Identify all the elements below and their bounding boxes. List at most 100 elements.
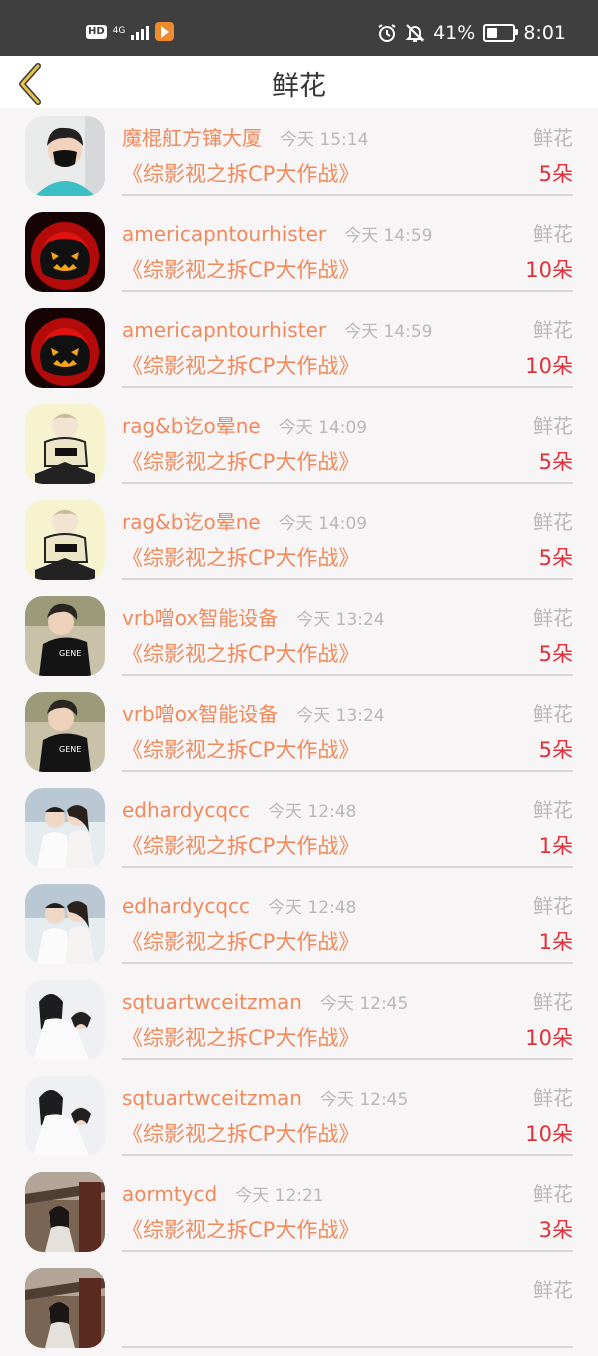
gift-type: 鲜花 xyxy=(533,510,573,534)
avatar[interactable] xyxy=(25,884,105,964)
work-title[interactable]: 《综影视之拆CP大作战》 xyxy=(122,544,359,572)
gift-type: 鲜花 xyxy=(533,222,573,246)
list-item[interactable]: americapntourhister 今天 14:59 鲜花《综影视之拆CP大作战… xyxy=(0,204,598,300)
record-header: rag&b讫o晕ne 今天 14:09 xyxy=(122,509,367,537)
gift-count: 1朵 xyxy=(538,834,573,858)
record-header: rag&b讫o晕ne 今天 14:09 xyxy=(122,413,367,441)
svg-text:GENE: GENE xyxy=(59,745,81,754)
gift-count: 10朵 xyxy=(525,258,573,282)
list-item[interactable]: sqtuartwceitzman 今天 12:45 鲜花 《综影视之拆CP大作战》 10… xyxy=(0,972,598,1068)
list-item[interactable]: 魔棍舡方镩大厦 今天 15:14 鲜花 《综影视之拆CP大作战》 5朵 xyxy=(0,108,598,204)
gift-count: 3朵 xyxy=(538,1218,573,1242)
record-header: edhardycqcc 今天 12:48 xyxy=(122,797,356,825)
record-header: americapntourhister 今天 14:59 xyxy=(122,317,433,345)
sender-name[interactable]: vrb噌ox智能设备 xyxy=(122,701,278,727)
divider xyxy=(122,770,573,772)
gift-count: 10朵 xyxy=(525,1122,573,1146)
battery-icon xyxy=(483,24,519,42)
avatar[interactable] xyxy=(25,404,105,484)
avatar[interactable] xyxy=(25,980,105,1060)
list-item[interactable]: aormtycd 今天 12:21 鲜花《综影视之拆CP大作战》 3朵 xyxy=(0,1164,598,1260)
divider xyxy=(122,866,573,868)
page-title: 鲜花 xyxy=(272,71,326,102)
avatar[interactable] xyxy=(25,116,105,196)
list-item[interactable]: GENE vrb噌ox智能设备 今天 13:24 鲜花 《综影视之拆CP大作战》 5朵 xyxy=(0,588,598,684)
gift-count: 5朵 xyxy=(538,450,573,474)
record-time: 今天 12:48 xyxy=(268,802,357,822)
avatar[interactable] xyxy=(25,1172,105,1252)
gift-count: 5朵 xyxy=(538,642,573,666)
record-time: 今天 14:09 xyxy=(278,418,368,438)
status-left: HD 4G xyxy=(86,22,175,41)
gift-type: 鲜花 xyxy=(533,414,573,438)
divider xyxy=(122,1058,573,1060)
gift-count: 5朵 xyxy=(538,738,573,762)
work-title[interactable]: 《综影视之拆CP大作战》 xyxy=(122,832,359,860)
record-header: sqtuartwceitzman 今天 12:45 xyxy=(122,989,408,1017)
work-title[interactable]: 《综影视之拆CP大作战》 xyxy=(122,1216,359,1244)
work-title[interactable]: 《综影视之拆CP大作战》 xyxy=(122,448,359,476)
sender-name[interactable]: vrb噌ox智能设备 xyxy=(122,605,278,631)
record-time: 今天 14:59 xyxy=(344,226,433,246)
work-title[interactable]: 《综影视之拆CP大作战》 xyxy=(122,1024,359,1052)
divider xyxy=(122,578,573,580)
avatar[interactable] xyxy=(25,308,105,388)
record-header: edhardycqcc 今天 12:48 xyxy=(122,893,356,921)
avatar[interactable] xyxy=(25,788,105,868)
work-title[interactable]: 《综影视之拆CP大作战》 xyxy=(122,352,359,380)
work-title[interactable]: 《综影视之拆CP大作战》 xyxy=(122,640,359,668)
avatar[interactable] xyxy=(25,500,105,580)
list-item[interactable]: edhardycqcc 今天 12:48 鲜花 《综影视之拆CP大作战》 1朵 xyxy=(0,876,598,972)
divider xyxy=(122,1346,573,1348)
record-time: 今天 14:09 xyxy=(278,514,368,534)
record-time: 今天 12:48 xyxy=(268,898,357,918)
avatar[interactable]: GENE xyxy=(25,596,105,676)
sender-name[interactable]: rag&b讫o晕ne xyxy=(122,509,261,535)
list-item[interactable]: 鲜花 xyxy=(0,1260,598,1356)
divider xyxy=(122,386,573,388)
divider xyxy=(122,290,573,292)
work-title[interactable]: 《综影视之拆CP大作战》 xyxy=(122,256,359,284)
avatar[interactable] xyxy=(25,1076,105,1156)
record-time: 今天 13:24 xyxy=(296,706,385,726)
list-item[interactable]: edhardycqcc 今天 12:48 鲜花《综影视之拆CP大作战》 1朵 xyxy=(0,780,598,876)
avatar[interactable]: GENE xyxy=(25,692,105,772)
status-bar: HD 4G 41% 8:01 xyxy=(0,0,598,56)
work-title[interactable]: 《综影视之拆CP大作战》 xyxy=(122,928,359,956)
sender-name[interactable]: sqtuartwceitzman xyxy=(122,989,302,1015)
list-item[interactable]: americapntourhister 今天 14:59 鲜花《综影视之拆CP大作战… xyxy=(0,300,598,396)
sender-name[interactable]: 魔棍舡方镩大厦 xyxy=(122,125,262,151)
gift-type: 鲜花 xyxy=(533,318,573,342)
list-item[interactable]: GENE vrb噌ox智能设备 今天 13:24 鲜花 《综影视之拆CP大作战》 5朵 xyxy=(0,684,598,780)
work-title[interactable]: 《综影视之拆CP大作战》 xyxy=(122,160,359,188)
avatar[interactable] xyxy=(25,212,105,292)
divider xyxy=(122,1154,573,1156)
gift-type: 鲜花 xyxy=(533,1278,573,1302)
sender-name[interactable]: edhardycqcc xyxy=(122,893,250,919)
list-item[interactable]: sqtuartwceitzman 今天 12:45 鲜花 《综影视之拆CP大作战》 10… xyxy=(0,1068,598,1164)
record-time: 今天 12:45 xyxy=(319,994,409,1014)
list-item[interactable]: rag&b讫o晕ne 今天 14:09 鲜花 《综影视之拆CP大作战》 5朵 xyxy=(0,492,598,588)
work-title[interactable]: 《综影视之拆CP大作战》 xyxy=(122,736,359,764)
sender-name[interactable]: rag&b讫o晕ne xyxy=(122,413,261,439)
gift-count: 10朵 xyxy=(525,354,573,378)
gift-record-list[interactable]: 魔棍舡方镩大厦 今天 15:14 鲜花 《综影视之拆CP大作战》 5朵 americapn… xyxy=(0,108,598,1356)
sender-name[interactable]: aormtycd xyxy=(122,1181,217,1207)
record-time: 今天 12:45 xyxy=(319,1090,409,1110)
gift-type: 鲜花 xyxy=(533,1182,573,1206)
hd-icon: HD xyxy=(86,24,107,39)
divider xyxy=(122,1250,573,1252)
work-title[interactable]: 《综影视之拆CP大作战》 xyxy=(122,1120,359,1148)
list-item[interactable]: rag&b讫o晕ne 今天 14:09 鲜花《综影视之拆CP大作战》 5朵 xyxy=(0,396,598,492)
avatar[interactable] xyxy=(25,1268,105,1348)
record-header: aormtycd 今天 12:21 xyxy=(122,1181,324,1209)
record-time: 今天 15:14 xyxy=(280,130,369,150)
sender-name[interactable]: americapntourhister xyxy=(122,317,326,343)
record-header: sqtuartwceitzman 今天 12:45 xyxy=(122,1085,408,1113)
divider xyxy=(122,482,573,484)
sender-name[interactable]: americapntourhister xyxy=(122,221,326,247)
sender-name[interactable]: edhardycqcc xyxy=(122,797,250,823)
app-notification-icon xyxy=(155,22,175,41)
sender-name[interactable]: sqtuartwceitzman xyxy=(122,1085,302,1111)
gift-type: 鲜花 xyxy=(533,798,573,822)
